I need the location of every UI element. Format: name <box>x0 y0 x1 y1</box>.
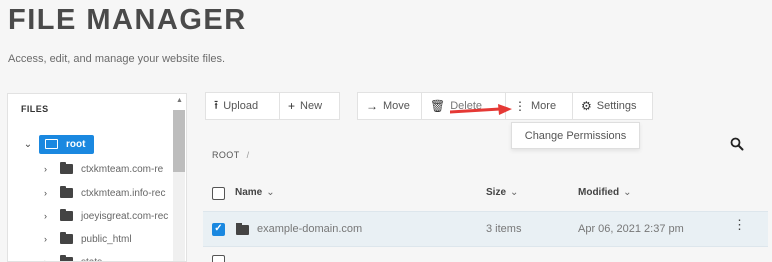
upload-button[interactable]: ⭱ Upload <box>205 92 280 120</box>
folder-icon <box>60 255 73 261</box>
folder-icon <box>236 223 249 235</box>
row-size: 3 items <box>486 223 522 235</box>
change-permissions-menu-item[interactable]: Change Permissions <box>511 122 640 149</box>
settings-button[interactable]: ⚙ Settings <box>573 92 653 120</box>
folder-icon <box>60 162 73 174</box>
chevron-right-icon[interactable]: › <box>44 164 54 174</box>
page-title: FILE MANAGER <box>8 4 247 36</box>
select-all-checkbox[interactable] <box>212 187 225 200</box>
column-modified-label: Modified <box>578 187 620 198</box>
tree-item-label: stats <box>81 256 103 262</box>
breadcrumb: ROOT / <box>212 150 250 160</box>
tree-item-public-html[interactable]: › public_html <box>44 231 132 247</box>
gear-icon: ⚙ <box>581 99 592 113</box>
column-header-name[interactable]: Name ⌄ <box>235 187 275 198</box>
page-subtitle: Access, edit, and manage your website fi… <box>8 53 226 65</box>
folder-icon <box>60 186 73 198</box>
more-button[interactable]: ⋮ More <box>506 92 573 120</box>
tree-item-label: public_html <box>81 233 132 245</box>
folder-icon <box>45 139 58 149</box>
column-header-modified[interactable]: Modified ⌄ <box>578 187 632 198</box>
column-size-label: Size <box>486 187 507 198</box>
root-folder-selected[interactable]: root <box>39 134 95 154</box>
chevron-down-icon[interactable]: ⌄ <box>21 139 35 150</box>
chevron-down-icon: ⌄ <box>510 187 519 198</box>
arrow-right-icon: → <box>366 99 378 113</box>
tree-item-label: ctxkmteam.com-re <box>81 163 164 175</box>
chevron-right-icon[interactable]: › <box>44 257 54 261</box>
folder-icon <box>60 232 73 244</box>
table-header: Name ⌄ Size ⌄ Modified ⌄ <box>203 177 768 209</box>
chevron-right-icon[interactable]: › <box>44 188 54 198</box>
file-tree-heading: FILES <box>21 104 49 114</box>
kebab-icon: ⋮ <box>514 99 526 113</box>
annotation-arrow <box>450 104 512 115</box>
chevron-down-icon: ⌄ <box>266 187 275 198</box>
column-name-label: Name <box>235 187 263 198</box>
upload-icon: ⭱ <box>214 97 219 112</box>
tree-item-joeyisgreat[interactable]: › joeyisgreat.com-rec <box>44 208 168 224</box>
more-label: More <box>531 100 557 112</box>
tree-root-label: root <box>66 138 86 150</box>
tree-item-root[interactable]: ⌄ root <box>21 134 95 154</box>
move-label: Move <box>383 100 410 112</box>
search-icon[interactable] <box>730 137 744 151</box>
scroll-up-arrow[interactable]: ▲ <box>175 97 184 105</box>
new-label: New <box>300 100 323 112</box>
plus-icon: + <box>288 99 296 113</box>
breadcrumb-root[interactable]: ROOT <box>212 150 240 160</box>
table-row[interactable] <box>203 249 768 262</box>
upload-label: Upload <box>223 100 259 112</box>
move-button[interactable]: → Move <box>357 92 422 120</box>
trash-icon: 🗑 <box>430 99 446 113</box>
file-tree-panel: FILES ▲ ⌄ root › ctxkmteam.com-re › ctxk… <box>7 93 187 262</box>
tree-item-ctxkmteam-com[interactable]: › ctxkmteam.com-re <box>44 161 163 177</box>
chevron-right-icon[interactable]: › <box>44 234 54 244</box>
row-checkbox[interactable]: ✓ <box>212 223 225 236</box>
chevron-right-icon[interactable]: › <box>44 211 54 221</box>
column-header-size[interactable]: Size ⌄ <box>486 187 518 198</box>
tree-item-label: joeyisgreat.com-rec <box>81 210 169 222</box>
new-button[interactable]: + New <box>280 92 340 120</box>
row-name[interactable]: example-domain.com <box>257 223 362 235</box>
settings-label: Settings <box>596 100 637 112</box>
row-actions-kebab-icon[interactable]: ⋮ <box>733 218 746 231</box>
folder-icon <box>60 209 73 221</box>
tree-item-stats[interactable]: › stats <box>44 254 103 262</box>
chevron-down-icon: ⌄ <box>623 187 632 198</box>
change-permissions-label: Change Permissions <box>524 129 627 142</box>
tree-item-ctxkmteam-info[interactable]: › ctxkmteam.info-rec <box>44 185 165 201</box>
table-row[interactable]: ✓ example-domain.com 3 items Apr 06, 202… <box>203 211 768 247</box>
row-modified: Apr 06, 2021 2:37 pm <box>578 223 684 235</box>
breadcrumb-separator: / <box>246 150 250 160</box>
tree-item-label: ctxkmteam.info-rec <box>81 187 166 199</box>
scrollbar-thumb[interactable] <box>173 110 185 172</box>
file-tree-scrollbar[interactable] <box>173 110 185 261</box>
row-checkbox[interactable] <box>212 255 225 262</box>
